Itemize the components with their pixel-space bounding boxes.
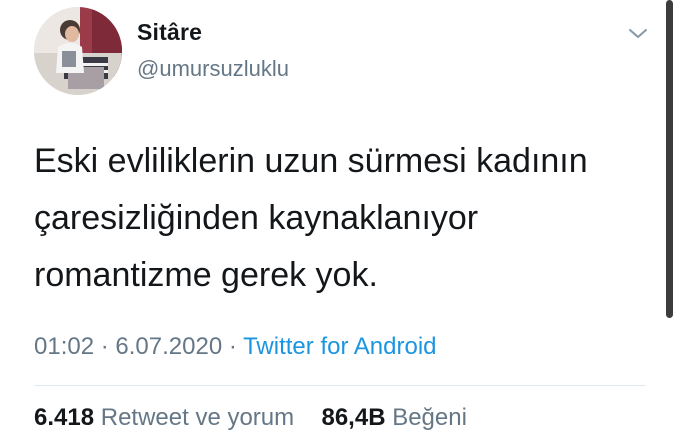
tweet-time[interactable]: 01:02 <box>34 333 94 360</box>
likes-stat[interactable]: 86,4B Beğeni <box>321 404 466 431</box>
likes-count: 86,4B <box>321 404 386 431</box>
tweet-text-line: Eski evliliklerin uzun sürmesi kadının <box>34 142 588 180</box>
tweet-source-link[interactable]: Twitter for Android <box>243 333 436 360</box>
divider <box>34 385 646 386</box>
tweet-card: Sitâre @umursuzluklu Eski evliliklerin u… <box>0 0 680 444</box>
tweet-text: Eski evliliklerin uzun sürmesi kadının ç… <box>34 133 634 304</box>
retweets-stat[interactable]: 6.418 Retweet ve yorum <box>34 404 301 431</box>
tweet-meta: 01:02 · 6.07.2020 · Twitter for Android <box>34 332 437 362</box>
likes-label: Beğeni <box>392 404 467 431</box>
tweet-date[interactable]: 6.07.2020 <box>115 333 222 360</box>
tweet-text-line: çaresizliğinden kaynaklanıyor <box>34 199 479 237</box>
retweets-label: Retweet ve yorum <box>100 404 295 431</box>
tweet-menu-button[interactable] <box>624 24 652 44</box>
avatar[interactable] <box>34 7 122 95</box>
meta-separator: · <box>228 333 237 360</box>
tweet-stats: 6.418 Retweet ve yorum 86,4B Beğeni <box>34 403 467 433</box>
scrollbar[interactable] <box>666 0 673 318</box>
meta-separator: · <box>100 333 109 360</box>
profile-photo-icon <box>34 7 122 95</box>
retweets-count: 6.418 <box>34 404 95 431</box>
chevron-down-icon <box>629 29 647 38</box>
tweet-text-line: romantizme gerek yok. <box>34 256 378 294</box>
display-name[interactable]: Sitâre <box>137 18 289 46</box>
user-info: Sitâre @umursuzluklu <box>137 18 289 82</box>
user-handle[interactable]: @umursuzluklu <box>137 56 289 82</box>
